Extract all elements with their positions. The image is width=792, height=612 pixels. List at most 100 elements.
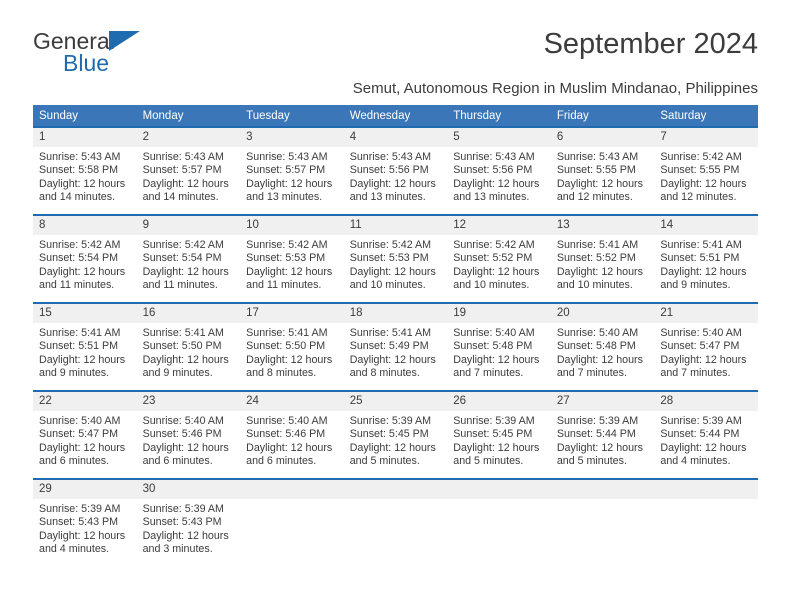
day-number — [550, 480, 655, 499]
day-cell[interactable]: 22 Sunrise: 5:40 AM Sunset: 5:47 PM Dayligh… — [33, 390, 137, 478]
day-cell[interactable]: 23 Sunrise: 5:40 AM Sunset: 5:46 PM Dayligh… — [136, 390, 241, 478]
day-cell[interactable]: 3 Sunrise: 5:43 AM Sunset: 5:57 PM Daylight… — [240, 126, 344, 214]
daylight-text-line1: Daylight: 12 hours — [142, 441, 229, 454]
daylight-text-line1: Daylight: 12 hours — [39, 441, 126, 454]
day-cell[interactable]: 26 Sunrise: 5:39 AM Sunset: 5:45 PM Dayligh… — [447, 390, 551, 478]
sunrise-text: Sunrise: 5:42 AM — [453, 239, 535, 251]
day-number: 11 — [343, 216, 448, 235]
day-cell[interactable]: 4 Sunrise: 5:43 AM Sunset: 5:56 PM Daylight… — [343, 126, 448, 214]
daylight-text-line2: and 12 minutes. — [660, 191, 737, 204]
sunset-text: Sunset: 5:53 PM — [246, 252, 326, 265]
day-number: 14 — [654, 216, 758, 235]
day-number: 15 — [33, 304, 137, 323]
day-info: Sunrise: 5:40 AM Sunset: 5:48 PM Daylight:… — [551, 323, 655, 381]
weekday-header-saturday: Saturday — [654, 105, 758, 126]
daylight-text-line1: Daylight: 12 hours — [349, 265, 436, 278]
day-cell[interactable]: 14 Sunrise: 5:41 AM Sunset: 5:51 PM Dayligh… — [654, 214, 758, 302]
day-number: 7 — [654, 128, 758, 147]
sunset-text: Sunset: 5:56 PM — [349, 164, 429, 177]
daylight-text-line2: and 11 minutes. — [142, 279, 218, 292]
week-row: 8 Sunrise: 5:42 AM Sunset: 5:54 PM Daylight… — [33, 214, 758, 302]
sunset-text: Sunset: 5:44 PM — [660, 428, 740, 441]
daylight-text-line1: Daylight: 12 hours — [660, 353, 747, 366]
day-cell[interactable]: 17 Sunrise: 5:41 AM Sunset: 5:50 PM Dayligh… — [240, 302, 344, 390]
daylight-text-line1: Daylight: 12 hours — [660, 265, 747, 278]
sunrise-text: Sunrise: 5:40 AM — [142, 415, 224, 427]
day-number: 29 — [33, 480, 137, 499]
sunrise-text: Sunrise: 5:41 AM — [556, 239, 639, 251]
day-cell[interactable]: 12 Sunrise: 5:42 AM Sunset: 5:52 PM Dayligh… — [447, 214, 551, 302]
day-number: 18 — [343, 304, 448, 323]
sunrise-text: Sunrise: 5:42 AM — [349, 239, 432, 251]
week-row: 22 Sunrise: 5:40 AM Sunset: 5:47 PM Dayligh… — [33, 390, 758, 478]
sunrise-text: Sunrise: 5:41 AM — [246, 327, 328, 339]
day-cell[interactable]: 10 Sunrise: 5:42 AM Sunset: 5:53 PM Dayligh… — [240, 214, 344, 302]
day-cell[interactable]: 7 Sunrise: 5:42 AM Sunset: 5:55 PM Daylight… — [654, 126, 758, 214]
location-subtitle: Semut, Autonomous Region in Muslim Minda… — [352, 80, 758, 97]
daylight-text-line2: and 6 minutes. — [39, 455, 110, 468]
day-cell[interactable]: 16 Sunrise: 5:41 AM Sunset: 5:50 PM Dayligh… — [136, 302, 241, 390]
sunset-text: Sunset: 5:53 PM — [349, 252, 429, 265]
day-cell[interactable]: 15 Sunrise: 5:41 AM Sunset: 5:51 PM Dayligh… — [33, 302, 137, 390]
day-cell[interactable]: 19 Sunrise: 5:40 AM Sunset: 5:48 PM Dayligh… — [447, 302, 551, 390]
sunset-text: Sunset: 5:43 PM — [39, 516, 119, 529]
day-info: Sunrise: 5:39 AM Sunset: 5:44 PM Daylight:… — [654, 411, 758, 469]
sunset-text: Sunset: 5:52 PM — [556, 252, 636, 265]
day-cell[interactable]: 27 Sunrise: 5:39 AM Sunset: 5:44 PM Dayligh… — [550, 390, 655, 478]
weekday-header-tuesday: Tuesday — [240, 105, 344, 126]
daylight-text-line1: Daylight: 12 hours — [453, 177, 540, 190]
daylight-text-line2: and 14 minutes. — [142, 191, 219, 204]
daylight-text-line2: and 10 minutes. — [556, 279, 633, 292]
day-cell[interactable]: 28 Sunrise: 5:39 AM Sunset: 5:44 PM Dayligh… — [654, 390, 758, 478]
daylight-text-line2: and 9 minutes. — [142, 367, 213, 380]
day-info — [344, 499, 448, 503]
day-cell[interactable]: 25 Sunrise: 5:39 AM Sunset: 5:45 PM Dayligh… — [343, 390, 448, 478]
daylight-text-line1: Daylight: 12 hours — [142, 265, 229, 278]
day-info: Sunrise: 5:42 AM Sunset: 5:53 PM Daylight:… — [344, 235, 448, 293]
daylight-text-line2: and 4 minutes. — [660, 455, 731, 468]
day-cell[interactable]: 20 Sunrise: 5:40 AM Sunset: 5:48 PM Dayligh… — [550, 302, 655, 390]
day-cell[interactable]: 5 Sunrise: 5:43 AM Sunset: 5:56 PM Daylight… — [447, 126, 551, 214]
day-cell[interactable]: 29 Sunrise: 5:39 AM Sunset: 5:43 PM Dayligh… — [33, 478, 137, 566]
sunset-text: Sunset: 5:46 PM — [142, 428, 222, 441]
day-cell[interactable]: 8 Sunrise: 5:42 AM Sunset: 5:54 PM Daylight… — [33, 214, 137, 302]
day-number — [654, 480, 758, 499]
day-cell[interactable]: 18 Sunrise: 5:41 AM Sunset: 5:49 PM Dayligh… — [343, 302, 448, 390]
day-cell[interactable]: 21 Sunrise: 5:40 AM Sunset: 5:47 PM Dayligh… — [654, 302, 758, 390]
general-blue-logo[interactable]: General Blue — [33, 28, 203, 80]
sunrise-text: Sunrise: 5:39 AM — [556, 415, 639, 427]
sunrise-text: Sunrise: 5:42 AM — [142, 239, 224, 251]
daylight-text-line1: Daylight: 12 hours — [39, 265, 126, 278]
day-number — [447, 480, 551, 499]
sunset-text: Sunset: 5:48 PM — [556, 340, 636, 353]
day-cell[interactable]: 30 Sunrise: 5:39 AM Sunset: 5:43 PM Dayligh… — [136, 478, 241, 566]
week-row: 15 Sunrise: 5:41 AM Sunset: 5:51 PM Dayligh… — [33, 302, 758, 390]
day-cell[interactable]: 2 Sunrise: 5:43 AM Sunset: 5:57 PM Daylight… — [136, 126, 241, 214]
daylight-text-line2: and 12 minutes. — [556, 191, 633, 204]
day-cell[interactable]: 9 Sunrise: 5:42 AM Sunset: 5:54 PM Daylight… — [136, 214, 241, 302]
daylight-text-line1: Daylight: 12 hours — [660, 441, 747, 454]
sunset-text: Sunset: 5:54 PM — [39, 252, 119, 265]
day-cell[interactable]: 11 Sunrise: 5:42 AM Sunset: 5:53 PM Dayligh… — [343, 214, 448, 302]
daylight-text-line1: Daylight: 12 hours — [142, 177, 229, 190]
day-cell[interactable]: 24 Sunrise: 5:40 AM Sunset: 5:46 PM Dayligh… — [240, 390, 344, 478]
sunrise-text: Sunrise: 5:43 AM — [142, 151, 224, 163]
day-cell[interactable]: 1 Sunrise: 5:43 AM Sunset: 5:58 PM Daylight… — [33, 126, 137, 214]
day-cell-empty — [550, 478, 655, 566]
daylight-text-line2: and 8 minutes. — [246, 367, 317, 380]
day-number: 5 — [447, 128, 551, 147]
day-cell[interactable]: 13 Sunrise: 5:41 AM Sunset: 5:52 PM Dayligh… — [550, 214, 655, 302]
day-info: Sunrise: 5:41 AM Sunset: 5:51 PM Daylight:… — [654, 235, 758, 293]
day-info: Sunrise: 5:42 AM Sunset: 5:54 PM Daylight:… — [33, 235, 137, 293]
day-number: 27 — [550, 392, 655, 411]
sunrise-text: Sunrise: 5:43 AM — [39, 151, 121, 163]
day-cell[interactable]: 6 Sunrise: 5:43 AM Sunset: 5:55 PM Daylight… — [550, 126, 655, 214]
daylight-text-line1: Daylight: 12 hours — [246, 265, 333, 278]
sunrise-text: Sunrise: 5:43 AM — [453, 151, 535, 163]
day-info: Sunrise: 5:42 AM Sunset: 5:54 PM Daylight:… — [137, 235, 241, 293]
day-number: 1 — [33, 128, 137, 147]
sunset-text: Sunset: 5:47 PM — [39, 428, 119, 441]
day-info: Sunrise: 5:40 AM Sunset: 5:48 PM Daylight:… — [447, 323, 551, 381]
day-number: 23 — [136, 392, 241, 411]
daylight-text-line2: and 4 minutes. — [39, 543, 110, 556]
